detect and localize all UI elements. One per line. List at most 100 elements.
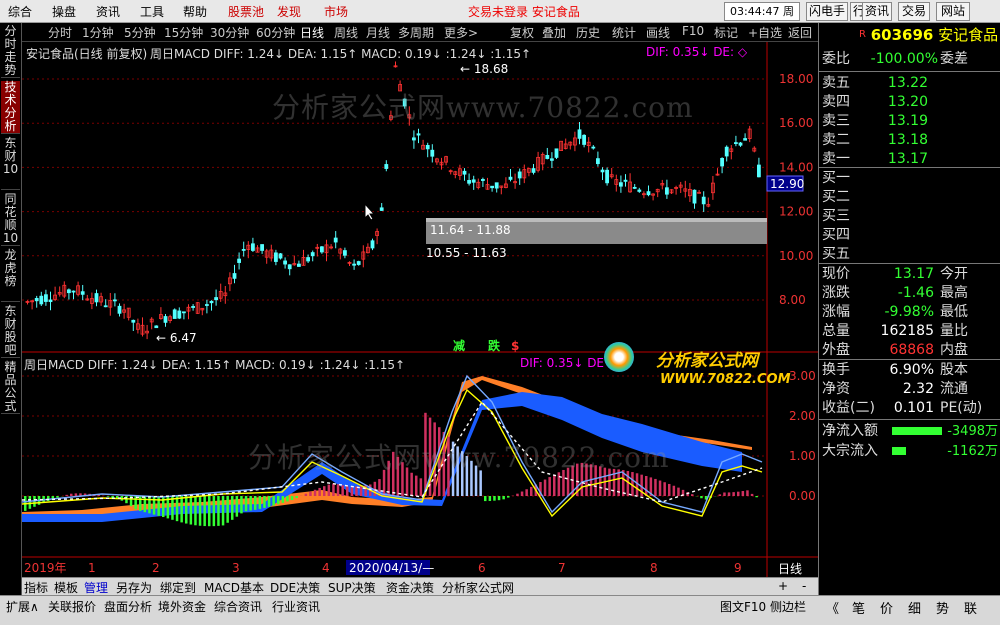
tab-fxj[interactable]: 分析家公式网	[442, 579, 514, 596]
macd-bar	[203, 496, 206, 526]
status-news[interactable]: 综合资讯	[214, 598, 262, 615]
candle-body	[132, 320, 135, 322]
candle-body	[491, 186, 494, 188]
range-box-label2: 10.55 - 11.63	[426, 246, 507, 260]
tool-f10[interactable]: F10	[682, 24, 704, 38]
status-jia[interactable]: 价	[880, 598, 893, 617]
candle-body	[619, 183, 622, 187]
tool-draw[interactable]: 画线	[646, 24, 670, 41]
tab-intraday[interactable]: 分时走势	[1, 25, 20, 78]
period-monthly[interactable]: 月线	[366, 24, 390, 41]
period-5min[interactable]: 5分钟	[124, 24, 156, 41]
macd-bar	[144, 496, 147, 512]
candle-body	[118, 306, 121, 313]
status-bi[interactable]: 笔	[852, 598, 865, 617]
macd-bar	[360, 486, 363, 496]
high-label: ← 18.68	[460, 62, 508, 76]
tab-template[interactable]: 模板	[54, 579, 78, 596]
candle-body	[417, 134, 420, 135]
tab-sup[interactable]: SUP决策	[328, 579, 376, 596]
menu-bar: 综合 操盘 资讯 工具 帮助 股票池 发现 市场 交易未登录 安记食品 03:4…	[0, 0, 1000, 23]
status-f10[interactable]: 图文F10	[720, 598, 766, 615]
period-weekly[interactable]: 周线	[334, 24, 358, 41]
trade-button[interactable]: 交易	[898, 2, 930, 21]
period-30min[interactable]: 30分钟	[210, 24, 249, 41]
status-related-quote[interactable]: 关联报价	[48, 598, 96, 615]
candle-body	[385, 164, 388, 168]
weibi-label: 委比	[822, 50, 850, 69]
status-expand[interactable]: 扩展∧	[6, 598, 39, 615]
sell-label: 卖五	[822, 74, 850, 93]
macd-bar	[691, 494, 694, 496]
period-15min[interactable]: 15分钟	[164, 24, 203, 41]
tab-dde[interactable]: DDE决策	[270, 579, 320, 596]
clock: 03:44:47 周二	[724, 2, 800, 21]
candle-body	[81, 292, 84, 295]
tab-dongcai10[interactable]: 东财10	[1, 137, 20, 190]
tab-capital[interactable]: 资金决策	[386, 579, 434, 596]
buy-label: 买二	[822, 188, 850, 207]
period-fenshi[interactable]: 分时	[48, 24, 72, 41]
tab-bind[interactable]: 绑定到	[160, 579, 196, 596]
status-foreign-capital[interactable]: 境外资金	[158, 598, 206, 615]
status-sidebar[interactable]: 侧边栏	[770, 598, 806, 615]
period-multi[interactable]: 多周期	[398, 24, 434, 41]
tool-back[interactable]: 返回	[788, 24, 812, 41]
period-daily[interactable]: 日线	[300, 24, 324, 41]
status-market-analysis[interactable]: 盘面分析	[104, 598, 152, 615]
menu-item-gupiaochi[interactable]: 股票池	[228, 3, 264, 20]
status-collapse[interactable]: 《	[826, 598, 839, 617]
period-more[interactable]: 更多>	[444, 24, 478, 41]
zoom-out-button[interactable]: -	[802, 579, 806, 593]
trade-login-status[interactable]: 交易未登录 安记食品	[468, 3, 580, 20]
tab-macd-basic[interactable]: MACD基本	[204, 579, 264, 596]
tab-manage[interactable]: 管理	[84, 579, 108, 596]
macd-bar	[295, 496, 298, 498]
macd-bar	[489, 496, 492, 501]
tool-mark[interactable]: 标记	[714, 24, 738, 41]
tab-indicator[interactable]: 指标	[24, 579, 48, 596]
flow-value: -3498万	[947, 422, 998, 441]
status-lian[interactable]: 联	[964, 598, 977, 617]
menu-item-zonghe[interactable]: 综合	[8, 3, 32, 20]
tool-history[interactable]: 历史	[576, 24, 600, 41]
flash-trade-button[interactable]: 闪电手	[806, 2, 848, 21]
macd-bar	[231, 496, 234, 520]
info-button[interactable]: 资讯	[862, 2, 892, 21]
tool-fuquan[interactable]: 复权	[510, 24, 534, 41]
stat2-label2: PE(动)	[940, 399, 982, 418]
website-button[interactable]: 网站	[936, 2, 970, 21]
menu-item-faxian[interactable]: 发现	[277, 3, 301, 20]
tab-longhubang[interactable]: 龙虎榜	[1, 249, 20, 302]
tab-save-as[interactable]: 另存为	[116, 579, 152, 596]
menu-item-bangzhu[interactable]: 帮助	[183, 3, 207, 20]
tool-stats[interactable]: 统计	[612, 24, 636, 41]
stat-label: 总量	[822, 322, 850, 341]
zoom-in-button[interactable]: +	[778, 579, 788, 593]
time-label: 3	[232, 561, 240, 575]
menu-item-gongju[interactable]: 工具	[140, 3, 164, 20]
margin-badge: R	[859, 29, 866, 40]
menu-item-shichang[interactable]: 市场	[324, 3, 348, 20]
tab-technical[interactable]: 技术分析	[1, 81, 20, 134]
period-1min[interactable]: 1分钟	[82, 24, 114, 41]
status-xi[interactable]: 细	[908, 598, 921, 617]
candle-body	[647, 192, 650, 195]
tool-overlay[interactable]: 叠加	[542, 24, 566, 41]
status-shi[interactable]: 势	[936, 598, 949, 617]
tab-formula[interactable]: 精品公式	[1, 361, 20, 414]
tool-add-favorite[interactable]: +自选	[748, 24, 782, 41]
macd-bar	[236, 496, 239, 517]
candle-body	[343, 251, 346, 256]
macd-bar	[746, 490, 749, 496]
menu-item-caopan[interactable]: 操盘	[52, 3, 76, 20]
status-industry-news[interactable]: 行业资讯	[272, 598, 320, 615]
period-60min[interactable]: 60分钟	[256, 24, 295, 41]
tab-tonghuashun10[interactable]: 同花顺10	[1, 193, 20, 246]
candle-body	[744, 139, 747, 141]
tab-guba[interactable]: 东财股吧	[1, 305, 20, 358]
macd-bar	[723, 492, 726, 496]
candle-body	[592, 147, 595, 148]
main-indicator-line: 周日MACD DIFF: 1.24↓ DEA: 1.15↑ MACD: 0.19…	[150, 45, 531, 62]
menu-item-zixun[interactable]: 资讯	[96, 3, 120, 20]
